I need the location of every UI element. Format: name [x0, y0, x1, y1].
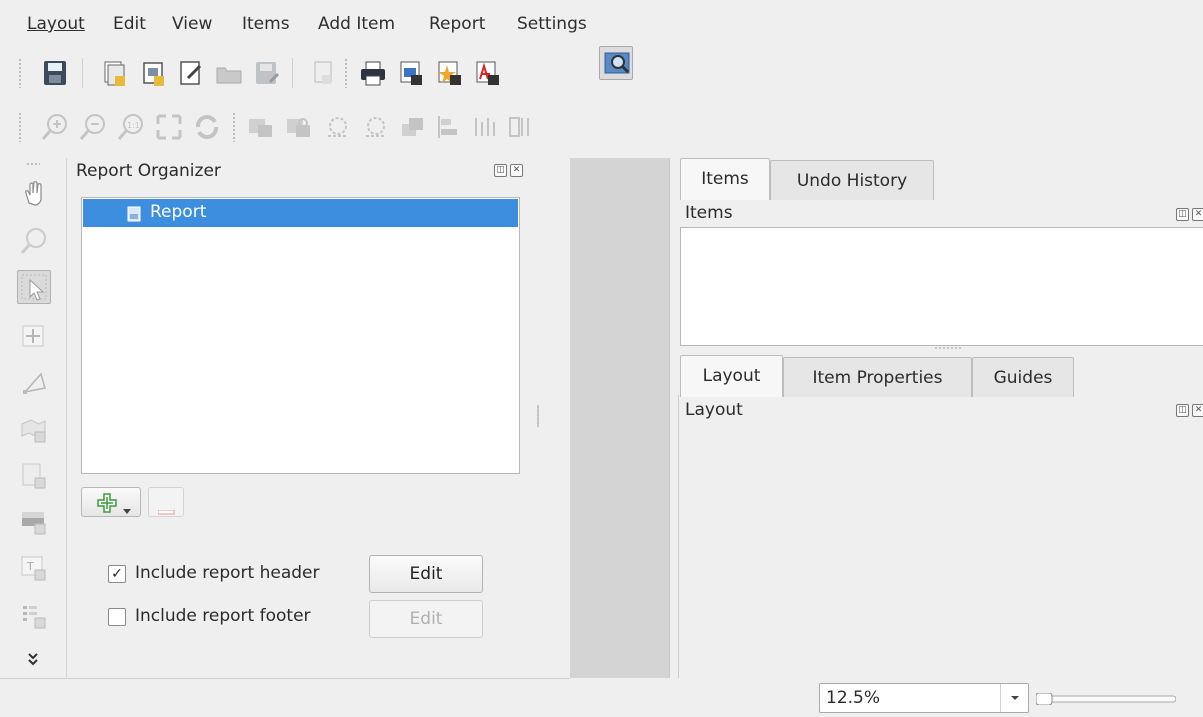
report-tree[interactable]: Report — [81, 197, 520, 474]
add-pages-icon[interactable] — [306, 56, 340, 90]
splitter-handle[interactable] — [537, 405, 539, 427]
layout-canvas[interactable] — [570, 158, 669, 678]
group-items-icon[interactable] — [320, 110, 354, 144]
close-panel-icon[interactable]: ✕ — [510, 164, 523, 177]
tools-toolbar: T — [0, 158, 67, 678]
move-content-icon[interactable] — [17, 320, 51, 354]
dock-splitter-handle[interactable] — [934, 346, 962, 350]
tab-guides[interactable]: Guides — [972, 357, 1074, 397]
duplicate-layout-icon[interactable] — [136, 56, 170, 90]
menu-layout[interactable]: Layout — [27, 14, 85, 34]
layout-panel-title: Layout — [685, 400, 743, 420]
report-icon — [127, 206, 141, 227]
tab-layout[interactable]: Layout — [680, 355, 783, 397]
pan-icon[interactable] — [17, 176, 51, 210]
zoom-actual-icon[interactable]: 1:1 — [114, 110, 148, 144]
svg-text:T: T — [26, 560, 34, 573]
menu-bar: Layout Edit View Items Add Item Report S… — [0, 0, 1203, 46]
add-legend-icon[interactable] — [17, 598, 51, 632]
include-footer-label: Include report footer — [135, 606, 311, 626]
float-panel-icon[interactable]: ◫ — [1176, 208, 1189, 221]
lock-items-icon[interactable] — [244, 110, 278, 144]
layout-toolbar — [0, 46, 1203, 102]
report-organizer-title: Report Organizer — [76, 161, 221, 181]
close-panel-icon[interactable]: ✕ — [1192, 404, 1203, 417]
resize-items-icon[interactable] — [504, 110, 538, 144]
include-footer-checkbox[interactable] — [108, 608, 126, 626]
items-panel-title: Items — [685, 203, 733, 223]
include-header-row: ✓ Include report header — [108, 563, 368, 587]
zoom-tool-icon[interactable] — [17, 224, 51, 258]
export-image-icon[interactable] — [394, 56, 428, 90]
more-tools-icon[interactable] — [17, 650, 51, 670]
export-svg-icon[interactable] — [432, 56, 466, 90]
menu-edit[interactable]: Edit — [113, 14, 146, 34]
include-header-label: Include report header — [135, 563, 320, 583]
zoom-slider[interactable] — [1035, 690, 1177, 706]
edit-nodes-icon[interactable] — [17, 366, 51, 400]
toolbar-grip[interactable] — [26, 162, 40, 166]
distribute-items-icon[interactable] — [468, 110, 502, 144]
refresh-icon[interactable] — [190, 110, 224, 144]
layout-manager-icon[interactable] — [174, 56, 208, 90]
tree-item-label: Report — [150, 202, 207, 222]
remove-icon — [157, 501, 176, 521]
tab-item-properties[interactable]: Item Properties — [783, 357, 972, 397]
edit-footer-button[interactable]: Edit — [369, 600, 483, 638]
chevron-down-icon[interactable] — [1000, 684, 1028, 712]
dropdown-arrow-icon — [123, 500, 133, 520]
include-footer-row: Include report footer — [108, 606, 368, 630]
save-icon[interactable] — [38, 56, 72, 90]
ungroup-items-icon[interactable] — [358, 110, 392, 144]
new-layout-icon[interactable] — [98, 56, 132, 90]
zoom-out-icon[interactable] — [76, 110, 110, 144]
menu-settings[interactable]: Settings — [517, 14, 587, 34]
include-header-checkbox[interactable]: ✓ — [108, 565, 126, 583]
toolbar-grip[interactable] — [18, 112, 22, 142]
menu-view[interactable]: View — [172, 14, 212, 34]
print-icon[interactable] — [356, 56, 390, 90]
close-panel-icon[interactable]: ✕ — [1192, 208, 1203, 221]
zoom-full-icon[interactable] — [152, 110, 186, 144]
tab-items[interactable]: Items — [680, 158, 770, 200]
remove-section-button[interactable] — [148, 487, 184, 517]
edit-header-button[interactable]: Edit — [369, 555, 483, 593]
tab-undo-history[interactable]: Undo History — [770, 160, 934, 200]
add-map-icon[interactable] — [17, 412, 51, 446]
float-panel-icon[interactable]: ◫ — [494, 164, 507, 177]
unlock-items-icon[interactable] — [282, 110, 316, 144]
menu-report[interactable]: Report — [429, 14, 485, 34]
align-items-icon[interactable] — [432, 110, 466, 144]
menu-items[interactable]: Items — [242, 14, 290, 34]
zoom-combobox[interactable]: 12.5% — [819, 683, 1029, 713]
tree-item-report[interactable]: Report — [83, 199, 518, 227]
toolbar-grip[interactable] — [18, 58, 22, 88]
zoom-in-icon[interactable] — [38, 110, 72, 144]
add-label-icon[interactable]: T — [17, 550, 51, 584]
add-3d-map-icon[interactable] — [17, 504, 51, 538]
navigation-toolbar: 1:1 — [0, 100, 1203, 156]
save-template-icon[interactable] — [250, 56, 284, 90]
open-template-icon[interactable] — [212, 56, 246, 90]
select-move-icon[interactable] — [17, 270, 51, 304]
svg-text:1:1: 1:1 — [127, 121, 140, 130]
add-section-button[interactable] — [81, 487, 141, 517]
raise-items-icon[interactable] — [396, 110, 430, 144]
zoom-value: 12.5% — [826, 688, 881, 708]
items-list[interactable] — [680, 227, 1203, 346]
add-picture-icon[interactable] — [17, 458, 51, 492]
add-icon — [96, 492, 118, 519]
menu-add-item[interactable]: Add Item — [318, 14, 395, 34]
float-panel-icon[interactable]: ◫ — [1176, 404, 1189, 417]
export-pdf-icon[interactable] — [470, 56, 504, 90]
atlas-preview-icon[interactable] — [599, 46, 633, 80]
